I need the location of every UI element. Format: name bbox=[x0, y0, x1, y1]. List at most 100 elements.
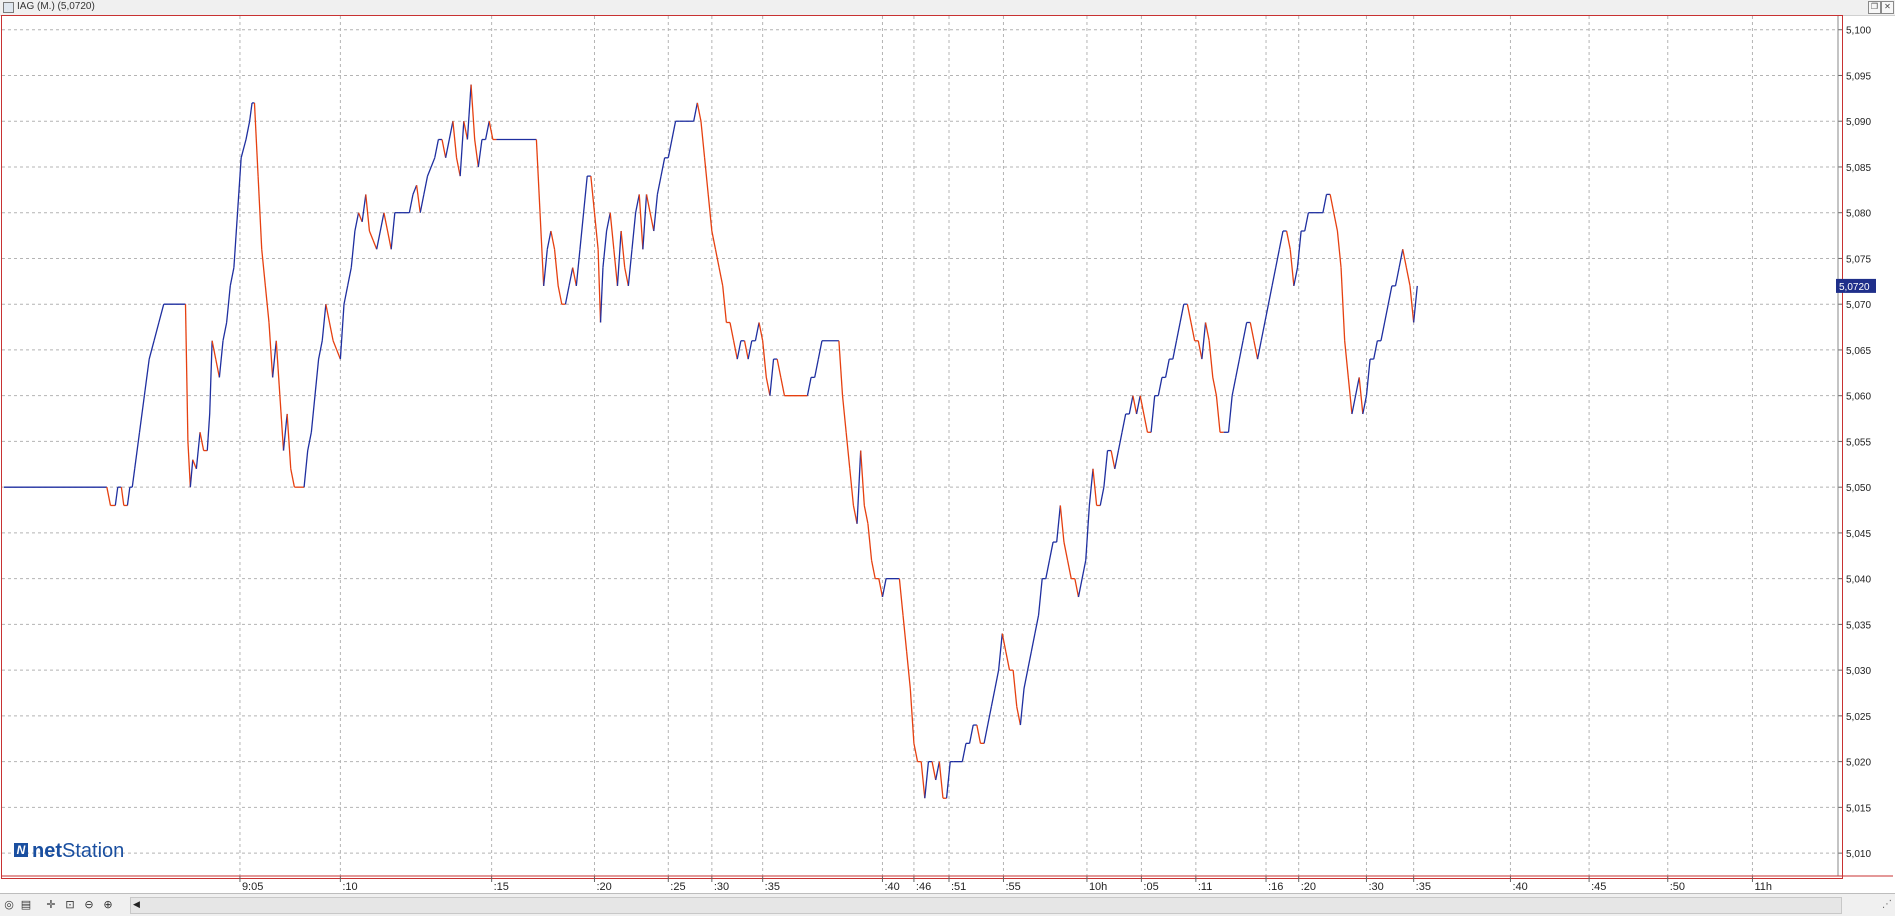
price-segment bbox=[222, 322, 228, 341]
price-segment bbox=[195, 432, 201, 469]
globe-icon[interactable]: ◎ bbox=[2, 898, 16, 912]
price-segment bbox=[1164, 358, 1170, 378]
x-tick-label: :10 bbox=[342, 881, 357, 893]
price-segment bbox=[867, 523, 873, 561]
price-segment bbox=[347, 267, 352, 287]
y-tick-label: 5,070 bbox=[1846, 300, 1871, 311]
price-segment bbox=[976, 724, 982, 744]
price-segment bbox=[624, 267, 629, 287]
price-segment bbox=[466, 84, 472, 140]
chart-type-icon[interactable]: ▤ bbox=[19, 898, 33, 912]
price-segment bbox=[390, 212, 396, 250]
y-tick-label: 5,025 bbox=[1846, 712, 1871, 723]
price-segment bbox=[138, 395, 146, 433]
price-segment bbox=[1114, 450, 1120, 469]
price-segment bbox=[1215, 395, 1221, 433]
price-segment bbox=[765, 377, 771, 396]
price-segment bbox=[279, 395, 285, 451]
price-segment bbox=[700, 121, 706, 158]
price-segment bbox=[983, 724, 989, 744]
price-segment bbox=[1289, 249, 1295, 286]
price-segment bbox=[609, 212, 615, 250]
price-segment bbox=[1336, 230, 1342, 268]
zoom-out-icon[interactable]: ⊖ bbox=[82, 898, 96, 912]
price-segment bbox=[645, 194, 651, 213]
price-segment bbox=[271, 340, 277, 378]
price-segment bbox=[1271, 267, 1277, 287]
x-tick-label: :30 bbox=[1368, 881, 1383, 893]
price-chart[interactable]: 5,010 5,015 5,020 5,025 5,030 5,035 5,040 5,045… bbox=[0, 0, 1895, 915]
price-segment bbox=[968, 724, 974, 744]
price-segment bbox=[780, 377, 786, 396]
price-segment bbox=[474, 139, 479, 168]
price-segment bbox=[902, 615, 908, 652]
price-segment bbox=[1027, 651, 1032, 671]
price-segment bbox=[938, 761, 944, 799]
price-segment bbox=[477, 139, 483, 168]
price-segment bbox=[878, 578, 884, 598]
zoom-window-icon[interactable]: ⊡ bbox=[63, 898, 77, 912]
price-segment bbox=[1081, 560, 1087, 579]
price-segment bbox=[597, 249, 602, 323]
price-segment bbox=[153, 322, 160, 341]
price-segment bbox=[1304, 212, 1310, 232]
price-segment bbox=[961, 743, 967, 762]
price-segment bbox=[189, 459, 194, 488]
price-segment bbox=[557, 285, 563, 305]
price-segment bbox=[1139, 395, 1145, 415]
price-segment bbox=[1235, 358, 1241, 378]
price-segment bbox=[1150, 395, 1156, 433]
price-segment bbox=[1175, 322, 1181, 341]
resize-grip-icon[interactable]: ⋰ bbox=[1882, 899, 1892, 910]
x-tick-label: :35 bbox=[765, 881, 780, 893]
price-segment bbox=[656, 175, 662, 195]
logo-text-rest: Station bbox=[62, 840, 125, 862]
price-segment bbox=[187, 441, 191, 488]
price-segment bbox=[990, 688, 996, 707]
price-segment bbox=[236, 157, 242, 213]
price-segment bbox=[314, 359, 320, 396]
price-segment bbox=[1037, 578, 1043, 616]
price-segment bbox=[631, 212, 637, 250]
y-tick-label: 5,090 bbox=[1846, 117, 1871, 128]
price-segment bbox=[1344, 340, 1349, 378]
y-tick-label: 5,080 bbox=[1846, 209, 1871, 220]
price-segment bbox=[448, 121, 454, 140]
x-tick-label: :50 bbox=[1670, 881, 1685, 893]
price-segment bbox=[599, 267, 604, 323]
x-tick-label: :46 bbox=[916, 881, 931, 893]
horizontal-scrollbar[interactable]: ◀ bbox=[130, 897, 1842, 914]
price-segment bbox=[1208, 340, 1214, 378]
scroll-left-icon[interactable]: ◀ bbox=[133, 898, 140, 913]
y-tick-label: 5,015 bbox=[1846, 803, 1871, 814]
y-tick-label: 5,020 bbox=[1846, 758, 1871, 769]
price-segment bbox=[1351, 395, 1357, 415]
price-segment bbox=[1045, 560, 1051, 579]
x-tick-label: :20 bbox=[1301, 881, 1316, 893]
y-tick-label: 5,035 bbox=[1846, 620, 1871, 631]
price-segment bbox=[368, 230, 374, 241]
price-segment bbox=[693, 102, 698, 122]
price-segment bbox=[488, 121, 494, 140]
zoom-in-icon[interactable]: ⊕ bbox=[101, 898, 115, 912]
price-segment bbox=[275, 340, 281, 396]
price-segment bbox=[550, 230, 556, 250]
y-tick-label: 5,045 bbox=[1846, 529, 1871, 540]
price-segment bbox=[484, 121, 490, 140]
price-segment bbox=[1278, 230, 1284, 250]
price-segment bbox=[1285, 230, 1291, 250]
price-segment bbox=[343, 285, 349, 305]
price-segment bbox=[303, 450, 309, 488]
price-segment bbox=[711, 230, 717, 250]
price-segment bbox=[863, 505, 869, 524]
price-segment bbox=[593, 212, 599, 250]
price-segment bbox=[1212, 377, 1218, 396]
price-segment bbox=[642, 194, 648, 250]
price-segment bbox=[575, 249, 581, 286]
price-segment bbox=[924, 761, 930, 799]
price-segment bbox=[931, 761, 937, 781]
crosshair-icon[interactable]: ✛ bbox=[44, 898, 58, 912]
price-segment bbox=[1143, 413, 1149, 433]
x-tick-label: :11 bbox=[1198, 881, 1212, 893]
x-tick-label: :45 bbox=[1591, 881, 1606, 893]
